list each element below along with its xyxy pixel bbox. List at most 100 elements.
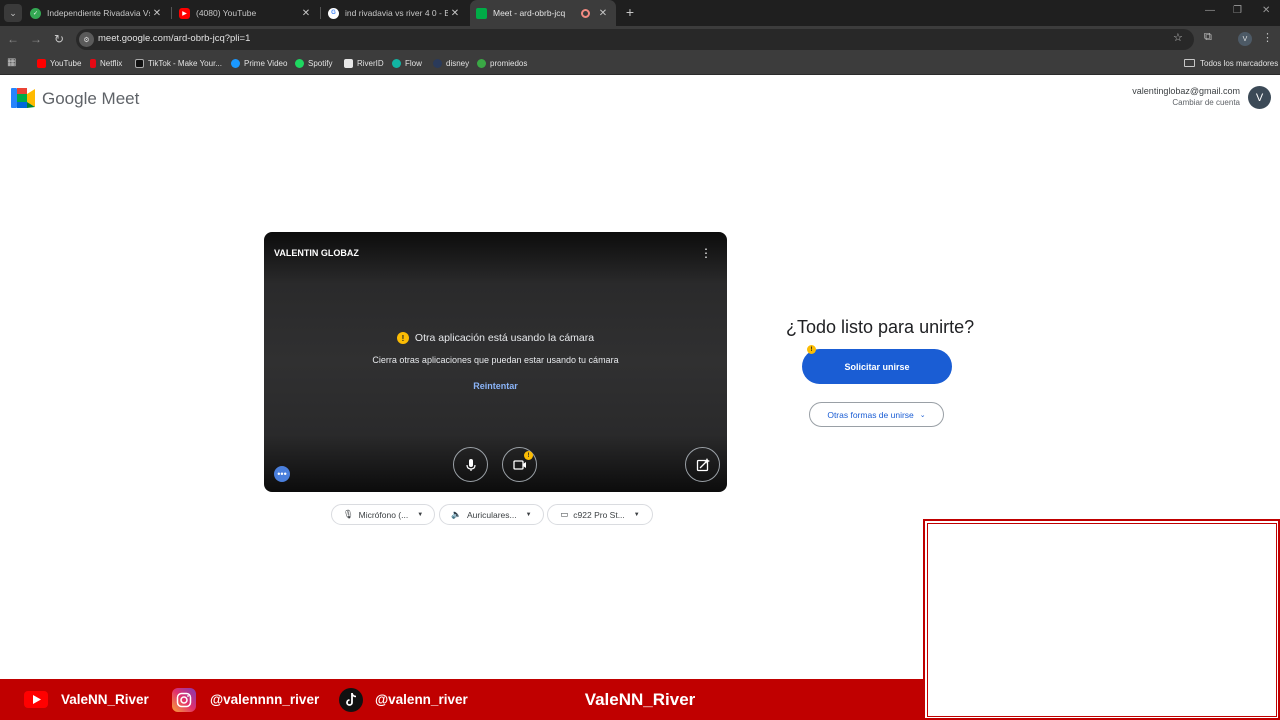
- bookmark-disney[interactable]: disney: [433, 52, 469, 74]
- flow-icon: [392, 58, 401, 68]
- ask-to-join-button[interactable]: Solicitar unirse: [802, 349, 952, 384]
- disney-icon: [433, 58, 442, 68]
- microphone-icon: 🎙: [342, 509, 354, 519]
- shield-favicon-icon: ✓: [30, 7, 41, 19]
- new-tab-button[interactable]: +: [622, 4, 638, 20]
- camera-preview: VALENTIN GLOBAZ ⋮ ! Otra aplicación está…: [264, 232, 727, 492]
- tab-close-icon[interactable]: ✕: [299, 8, 313, 19]
- other-ways-to-join-button[interactable]: Otras formas de unirse ⌄: [809, 402, 944, 427]
- tab-search-button[interactable]: ⌄: [4, 4, 22, 22]
- overlay-channel-name: ValeNN_River: [584, 689, 696, 709]
- window-close-icon[interactable]: ✕: [1262, 5, 1270, 16]
- chevron-down-icon: ⌄: [919, 411, 926, 419]
- youtube-icon: [24, 688, 48, 712]
- maximize-icon[interactable]: ❐: [1233, 5, 1242, 16]
- tab-title: Meet - ard-obrb-jcq: [493, 8, 566, 18]
- youtube-icon: [37, 58, 46, 68]
- tab-google-search[interactable]: G ind rivadavia vs river 4 0 - Busc ✕: [324, 0, 466, 26]
- chevron-down-icon: ▼: [417, 511, 424, 518]
- url-text[interactable]: meet.google.com/ard-obrb-jcq?pli=1: [98, 33, 250, 44]
- bookmark-netflix[interactable]: Netflix: [90, 52, 122, 74]
- meet-favicon-icon: [476, 7, 487, 19]
- youtube-favicon-icon: ▶: [179, 7, 190, 19]
- bookmark-prime-video[interactable]: Prime Video: [231, 52, 287, 74]
- join-warning-badge-icon: !: [807, 345, 816, 354]
- microphone-icon: [465, 458, 476, 471]
- tab-meet[interactable]: Meet - ard-obrb-jcq ✕: [470, 0, 616, 26]
- more-actions-icon[interactable]: •••: [274, 466, 290, 482]
- spotify-icon: [295, 58, 304, 68]
- bookmark-youtube[interactable]: YouTube: [37, 52, 81, 74]
- bookmark-star-icon[interactable]: ☆: [1173, 31, 1183, 44]
- account-avatar[interactable]: V: [1248, 86, 1271, 109]
- tab-separator: [320, 7, 321, 19]
- effects-button[interactable]: [685, 447, 720, 482]
- folder-icon: [1184, 59, 1195, 67]
- overlay-tiktok-handle: @valenn_river: [375, 692, 468, 707]
- all-bookmarks-button[interactable]: Todos los marcadores: [1184, 52, 1278, 74]
- tiktok-icon: [339, 687, 363, 712]
- bookmark-promiedos[interactable]: promiedos: [477, 52, 527, 74]
- camera-warning: ! Otra aplicación está usando la cámara: [264, 332, 727, 344]
- account-info: valentinglobaz@gmail.com Cambiar de cuen…: [1132, 86, 1240, 107]
- camera-select[interactable]: ▭ c922 Pro St... ▼: [547, 504, 653, 525]
- overlay-youtube-handle: ValeNN_River: [61, 692, 149, 707]
- riverid-icon: [344, 58, 353, 68]
- back-icon[interactable]: ←: [5, 31, 21, 47]
- chevron-down-icon: ▼: [633, 511, 640, 518]
- bookmark-riverid[interactable]: RiverID: [344, 52, 384, 74]
- tab-separator: [171, 7, 172, 19]
- camera-warning-badge-icon: !: [524, 451, 533, 460]
- camera-icon: [512, 459, 526, 470]
- profile-avatar[interactable]: V: [1238, 32, 1252, 46]
- overlay-instagram-handle: @valennnn_river: [210, 692, 320, 707]
- instagram-icon: [172, 687, 196, 712]
- retry-link[interactable]: Reintentar: [264, 381, 727, 391]
- camera-button[interactable]: !: [502, 447, 537, 482]
- bookmark-spotify[interactable]: Spotify: [295, 52, 332, 74]
- promiedos-icon: [477, 58, 486, 68]
- more-options-icon[interactable]: ⋮: [700, 246, 712, 260]
- tiktok-icon: [135, 58, 144, 68]
- warning-body: Cierra otras aplicaciones que puedan est…: [372, 355, 619, 365]
- prime-video-icon: [231, 58, 240, 68]
- speaker-select[interactable]: 🔈 Auriculares... ▼: [439, 504, 544, 525]
- warning-title: Otra aplicación está usando la cámara: [414, 332, 595, 344]
- visual-effects-icon: [696, 457, 710, 471]
- overlay-youtube: ValeNN_River: [24, 679, 149, 720]
- overlay-instagram: @valennnn_river: [172, 679, 319, 720]
- webcam-overlay-inner-border: [927, 523, 1277, 717]
- meet-brand-title: Google Meet: [42, 89, 140, 108]
- participant-name: VALENTIN GLOBAZ: [274, 248, 359, 258]
- tab-title: Independiente Rivadavia Vs Riv: [47, 8, 150, 18]
- ready-to-join-title: ¿Todo listo para unirte?: [786, 317, 975, 337]
- minimize-icon[interactable]: —: [1205, 5, 1215, 16]
- speaker-icon: 🔈: [451, 509, 463, 519]
- site-info-icon[interactable]: ⚙: [79, 32, 94, 47]
- tab-independiente[interactable]: ✓ Independiente Rivadavia Vs Riv ✕: [26, 0, 168, 26]
- netflix-icon: [90, 58, 96, 68]
- camera-icon: ▭: [560, 509, 569, 519]
- switch-account-link[interactable]: Cambiar de cuenta: [1132, 98, 1240, 107]
- warning-icon: !: [396, 332, 409, 344]
- forward-icon[interactable]: →: [28, 31, 44, 47]
- google-meet-logo-icon: [11, 88, 35, 108]
- account-email: valentinglobaz@gmail.com: [1132, 86, 1240, 96]
- tab-close-icon[interactable]: ✕: [596, 8, 610, 19]
- tab-title: (4080) YouTube: [196, 8, 257, 18]
- apps-grid-icon[interactable]: ▦: [7, 57, 16, 68]
- recording-indicator-icon: [581, 8, 590, 18]
- bookmark-tiktok[interactable]: TikTok - Make Your...: [135, 52, 222, 74]
- tab-close-icon[interactable]: ✕: [150, 8, 164, 19]
- overlay-tiktok: @valenn_river: [339, 679, 468, 720]
- tab-youtube[interactable]: ▶ (4080) YouTube ✕: [175, 0, 317, 26]
- tab-close-icon[interactable]: ✕: [448, 8, 462, 19]
- tab-title: ind rivadavia vs river 4 0 - Busc: [345, 8, 448, 18]
- browser-menu-icon[interactable]: ⋮: [1262, 31, 1273, 44]
- bookmark-flow[interactable]: Flow: [392, 52, 422, 74]
- microphone-button[interactable]: [453, 447, 488, 482]
- extensions-icon[interactable]: ⧉: [1204, 31, 1212, 44]
- google-favicon-icon: G: [328, 7, 339, 19]
- reload-icon[interactable]: ↻: [51, 31, 67, 47]
- microphone-select[interactable]: 🎙 Micrófono (... ▼: [331, 504, 435, 525]
